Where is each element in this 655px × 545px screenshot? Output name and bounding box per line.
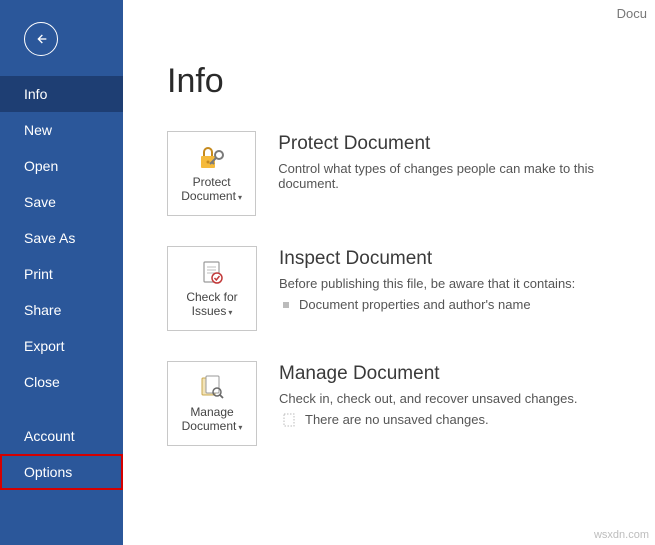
check-issues-button[interactable]: Check for Issues▾	[167, 246, 257, 331]
sidebar-item-print[interactable]: Print	[0, 256, 123, 292]
back-button[interactable]	[24, 22, 58, 56]
manage-status-text: There are no unsaved changes.	[305, 412, 489, 427]
inspect-title: Inspect Document	[279, 248, 575, 270]
bullet-icon	[283, 302, 289, 308]
inspect-bullet-text: Document properties and author's name	[299, 297, 531, 312]
sidebar-item-save-as[interactable]: Save As	[0, 220, 123, 256]
manage-desc: Check in, check out, and recover unsaved…	[279, 391, 577, 406]
inspect-bullet-item: Document properties and author's name	[279, 297, 575, 312]
chevron-down-icon: ▾	[228, 308, 232, 317]
protect-title: Protect Document	[278, 133, 655, 155]
back-arrow-icon	[33, 31, 49, 47]
section-protect: Protect Document▾ Protect Document Contr…	[167, 131, 655, 216]
chevron-down-icon: ▾	[238, 193, 242, 202]
document-check-icon	[197, 258, 227, 288]
page-title: Info	[167, 62, 655, 101]
sidebar-item-options[interactable]: Options	[0, 454, 123, 490]
watermark-text: wsxdn.com	[594, 529, 649, 541]
manage-title: Manage Document	[279, 363, 577, 385]
section-manage: Manage Document▾ Manage Document Check i…	[167, 361, 655, 446]
sidebar-item-open[interactable]: Open	[0, 148, 123, 184]
inspect-desc: Before publishing this file, be aware th…	[279, 276, 575, 291]
sidebar-item-close[interactable]: Close	[0, 364, 123, 400]
titlebar-doc-label: Docu	[617, 6, 647, 21]
document-magnify-icon	[197, 373, 227, 403]
sidebar-item-account[interactable]: Account	[0, 418, 123, 454]
sidebar-item-save[interactable]: Save	[0, 184, 123, 220]
backstage-sidebar: Info New Open Save Save As Print Share E…	[0, 0, 123, 545]
chevron-down-icon: ▾	[238, 423, 242, 432]
protect-tile-label: Protect Document	[181, 175, 236, 203]
sidebar-item-info[interactable]: Info	[0, 76, 123, 112]
sidebar-item-share[interactable]: Share	[0, 292, 123, 328]
lock-key-icon	[196, 143, 228, 173]
sidebar-item-export[interactable]: Export	[0, 328, 123, 364]
section-inspect: Check for Issues▾ Inspect Document Befor…	[167, 246, 655, 331]
backstage-nav: Info New Open Save Save As Print Share E…	[0, 76, 123, 490]
document-outline-icon	[283, 413, 295, 427]
manage-tile-label: Manage Document	[182, 405, 237, 433]
protect-desc: Control what types of changes people can…	[278, 161, 655, 191]
sidebar-item-new[interactable]: New	[0, 112, 123, 148]
manage-document-button[interactable]: Manage Document▾	[167, 361, 257, 446]
manage-status-item: There are no unsaved changes.	[279, 412, 577, 427]
protect-document-button[interactable]: Protect Document▾	[167, 131, 256, 216]
main-content: Docu Info Protect Document▾ Protect Docu…	[123, 0, 655, 545]
